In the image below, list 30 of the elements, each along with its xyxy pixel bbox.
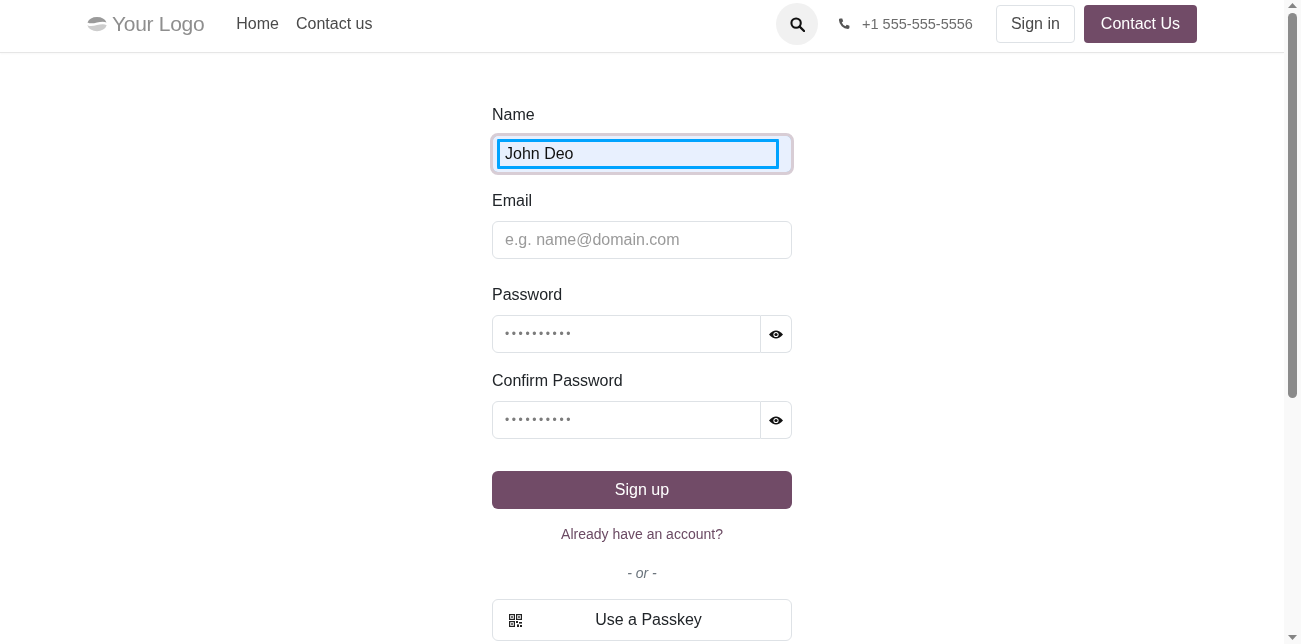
show-password-button[interactable] [761,401,792,439]
scroll-up-icon[interactable] [1288,3,1297,8]
input-field[interactable]: John Deo [490,133,794,175]
input-field[interactable]: e.g. name@domain.com [492,221,792,259]
field-label: Confirm Password [492,371,623,391]
field-label: Name [492,105,535,125]
login-link[interactable]: Already have an account? [561,524,723,544]
phone-number-link[interactable]: +1 555-555-5556 [862,16,973,32]
nav-link[interactable]: Contact us [296,15,373,33]
phone-icon [838,18,851,30]
password-field[interactable]: •••••••••• [492,315,761,353]
scrollbar[interactable] [1284,0,1301,644]
scrollbar-thumb[interactable] [1288,13,1297,398]
sign-in-button[interactable]: Sign in [995,5,1075,43]
passkey-button[interactable]: Use a Passkey [492,599,792,641]
logo-icon[interactable] [87,16,107,32]
password-field[interactable]: •••••••••• [492,401,761,439]
qr-code-icon [509,613,522,627]
eye-icon [769,329,783,339]
eye-icon [769,415,783,425]
nav-link[interactable]: Home [236,15,279,33]
contact-us-button[interactable]: Contact Us [1083,5,1197,43]
search-icon [789,16,805,32]
scroll-down-icon[interactable] [1288,635,1297,640]
show-password-button[interactable] [761,315,792,353]
sign-up-button[interactable]: Sign up [492,471,792,509]
search-button[interactable] [776,3,819,45]
or-separator: - or - [627,564,657,583]
field-label: Password [492,285,563,305]
field-label: Email [492,191,532,211]
